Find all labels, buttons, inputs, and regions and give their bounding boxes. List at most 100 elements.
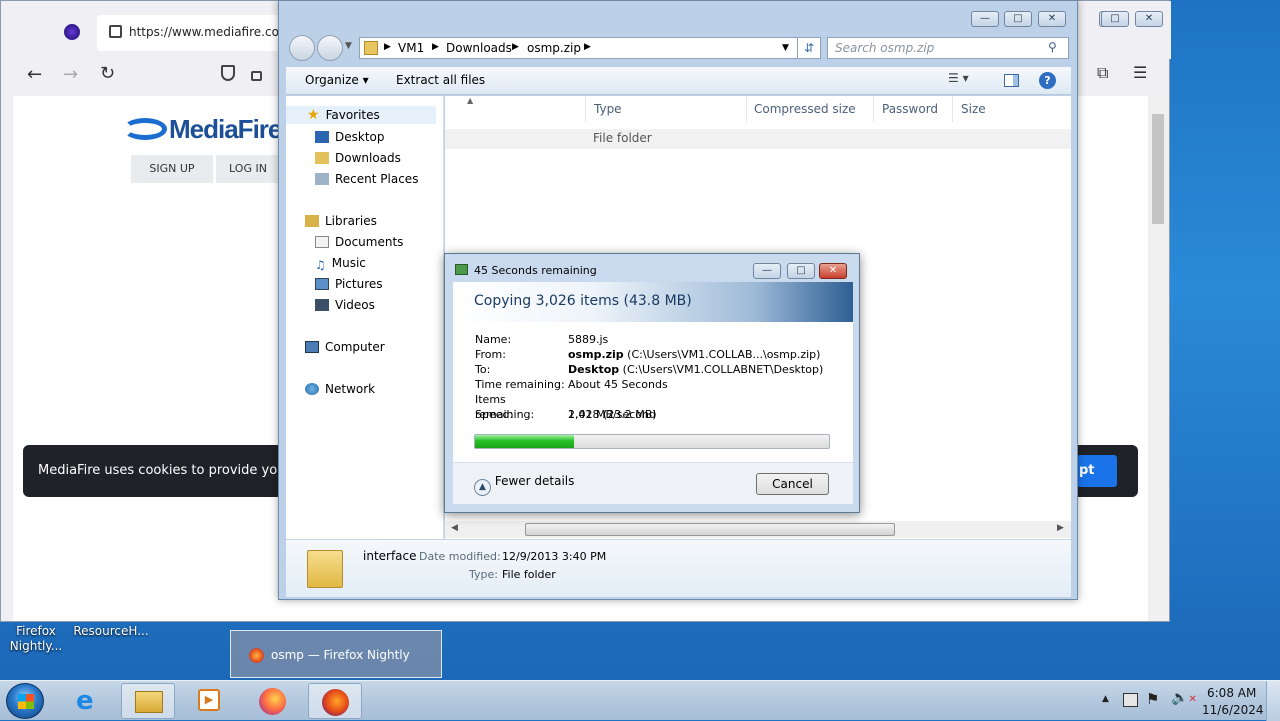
nav-computer-label: Computer: [325, 340, 385, 354]
url-bar[interactable]: https://www.mediafire.com/: [97, 15, 295, 51]
close-button[interactable]: ✕: [1038, 11, 1066, 27]
clock-time[interactable]: 6:08 AM: [1207, 686, 1256, 700]
show-desktop-button[interactable]: [1266, 681, 1280, 721]
computer-icon: [305, 341, 319, 353]
nav-downloads[interactable]: Downloads: [315, 149, 401, 167]
downloads-folder-icon: [315, 152, 329, 164]
sign-up-button[interactable]: SIGN UP: [131, 155, 213, 183]
details-type: File folder: [502, 568, 556, 581]
from-source[interactable]: osmp.zip: [568, 348, 624, 361]
scrollbar-thumb[interactable]: [1152, 114, 1164, 224]
log-in-button[interactable]: LOG IN: [216, 155, 280, 183]
row-items-remaining: Items remaining: 2,418 (23.2 MB): [475, 392, 657, 421]
action-center-icon[interactable]: [1123, 693, 1138, 707]
taskbar-thumbnail-popup[interactable]: osmp — Firefox Nightly: [230, 630, 442, 678]
back-button[interactable]: ←: [27, 64, 42, 85]
breadcrumb-osmp[interactable]: osmp.zip: [527, 41, 581, 55]
cookie-accept-button[interactable]: pt: [1077, 455, 1117, 487]
address-dropdown-icon[interactable]: ▼: [782, 43, 789, 53]
dialog-minimize-button[interactable]: —: [753, 263, 781, 279]
firefox-nightly-taskbar-icon: [322, 689, 349, 716]
ff-maximize-button[interactable]: □: [1101, 11, 1129, 27]
nav-desktop[interactable]: Desktop: [315, 128, 385, 146]
fewer-details-button[interactable]: ▲ Fewer details: [474, 474, 574, 496]
breadcrumb-vm1[interactable]: VM1: [398, 41, 424, 55]
clock-date[interactable]: 11/6/2024: [1202, 703, 1264, 717]
taskbar-internet-explorer[interactable]: e: [62, 683, 116, 719]
scroll-left-icon[interactable]: ◀: [451, 523, 458, 533]
details-date: 12/9/2013 3:40 PM: [502, 550, 607, 563]
desktop-icon-resourcehacker[interactable]: ResourceH...: [72, 624, 150, 639]
column-compressed-header[interactable]: Compressed size: [746, 96, 874, 122]
media-player-icon: ▶: [198, 689, 220, 711]
ff-close-button[interactable]: ✕: [1135, 11, 1163, 27]
page-scrollbar[interactable]: [1149, 96, 1167, 621]
breadcrumb-sep-icon[interactable]: ▶: [432, 42, 439, 52]
breadcrumb-sep-icon[interactable]: ▶: [584, 42, 591, 52]
breadcrumb-sep-icon[interactable]: ▶: [512, 42, 519, 52]
forward-nav-button[interactable]: [317, 35, 343, 61]
show-hidden-icons-chevron-icon[interactable]: ▲: [1102, 694, 1109, 704]
desktop-icon: [315, 131, 329, 143]
breadcrumb-sep-icon[interactable]: ▶: [384, 42, 391, 52]
column-password-header[interactable]: Password ...: [874, 96, 953, 142]
menu-icon[interactable]: ☰: [1133, 63, 1147, 82]
start-button[interactable]: [6, 683, 44, 719]
breadcrumb-downloads[interactable]: Downloads: [446, 41, 512, 55]
search-input[interactable]: Search osmp.zip ⚲: [827, 37, 1069, 59]
organize-button[interactable]: Organize ▾: [305, 73, 369, 87]
nav-favorites[interactable]: ★ Favorites: [286, 106, 436, 124]
lock-icon[interactable]: [251, 71, 262, 81]
help-icon[interactable]: ?: [1039, 72, 1056, 89]
refresh-button[interactable]: ⇵: [797, 37, 821, 59]
navigation-pane: ★ Favorites Desktop Downloads Recent Plac…: [286, 96, 444, 539]
address-bar[interactable]: ▶ VM1 ▶ Downloads ▶ osmp.zip ▶ ▼: [359, 37, 799, 59]
details-name: interface: [363, 549, 417, 563]
search-icon[interactable]: ⚲: [1048, 40, 1057, 54]
speed-value: 1.02 MB/second: [568, 408, 656, 421]
column-name-header[interactable]: ▲: [445, 96, 586, 122]
nav-music[interactable]: ♫ Music: [315, 254, 366, 272]
nav-videos[interactable]: Videos: [315, 296, 375, 314]
url-text: https://www.mediafire.com/: [129, 25, 295, 39]
forward-button[interactable]: →: [63, 64, 78, 85]
horizontal-scrollbar-thumb[interactable]: [525, 523, 895, 536]
extensions-icon[interactable]: ⧉: [1097, 63, 1108, 83]
firefox-tab-icon[interactable]: [64, 24, 80, 40]
taskbar-firefox-nightly[interactable]: [308, 683, 362, 719]
nav-pictures[interactable]: Pictures: [315, 275, 383, 293]
taskbar-firefox[interactable]: [246, 683, 300, 719]
file-row-selected[interactable]: File folder: [445, 129, 1071, 149]
nav-recent-places[interactable]: Recent Places: [315, 170, 418, 188]
volume-muted-icon[interactable]: 🔈✕: [1171, 690, 1197, 706]
to-destination[interactable]: Desktop: [568, 363, 619, 376]
nav-documents-label: Documents: [335, 235, 404, 249]
copy-progress-bar: [474, 434, 830, 449]
view-options-icon[interactable]: ☰ ▾: [948, 71, 969, 85]
taskbar-media-player[interactable]: ▶: [182, 683, 236, 719]
mediafire-logo[interactable]: MediaFire: [169, 114, 282, 145]
nav-libraries[interactable]: Libraries: [305, 212, 377, 230]
cancel-button[interactable]: Cancel: [756, 473, 829, 495]
scroll-right-icon[interactable]: ▶: [1057, 523, 1064, 533]
page-info-icon[interactable]: [109, 25, 122, 38]
dialog-maximize-button[interactable]: □: [787, 263, 815, 279]
flag-icon[interactable]: ⚑: [1146, 690, 1159, 708]
reload-button[interactable]: ↻: [100, 63, 115, 84]
extract-all-button[interactable]: Extract all files: [396, 73, 485, 87]
back-nav-button[interactable]: [289, 35, 315, 61]
nav-network[interactable]: Network: [305, 380, 375, 398]
dialog-close-button[interactable]: ✕: [819, 263, 847, 279]
desktop-icon-firefox-nightly[interactable]: Firefox Nightly...: [6, 624, 66, 654]
maximize-button[interactable]: □: [1004, 11, 1032, 27]
recent-pages-chevron-icon[interactable]: ▼: [345, 41, 352, 51]
nav-computer[interactable]: Computer: [305, 338, 385, 356]
column-size-header[interactable]: Size: [953, 96, 1071, 122]
tracking-shield-icon[interactable]: [221, 65, 235, 81]
column-type-header[interactable]: Type: [586, 96, 747, 122]
taskbar-explorer[interactable]: [121, 683, 175, 719]
horizontal-scrollbar[interactable]: ◀ ▶: [445, 521, 1071, 538]
preview-pane-icon[interactable]: [1004, 74, 1019, 87]
nav-documents[interactable]: Documents: [315, 233, 403, 251]
minimize-button[interactable]: —: [971, 11, 999, 27]
